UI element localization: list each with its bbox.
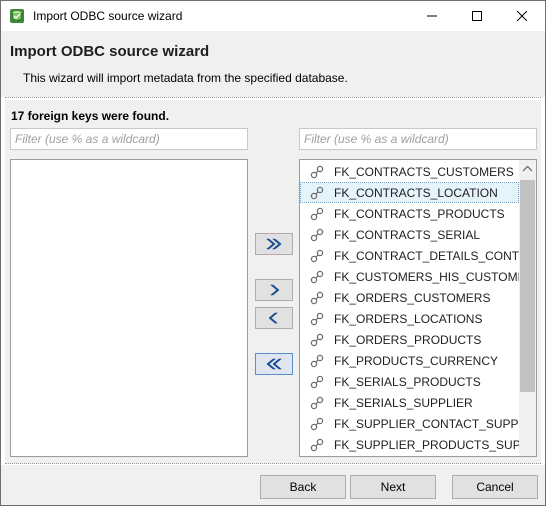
list-item[interactable]: FK_ORDERS_LOCATIONS [300,308,519,329]
header-separator [5,97,541,98]
back-button[interactable]: Back [260,475,346,499]
move-all-right-button[interactable] [255,233,293,255]
foreign-key-icon [310,438,324,452]
minimize-icon [427,15,437,17]
list-item-label: FK_ORDERS_LOCATIONS [334,311,483,326]
maximize-button[interactable] [454,1,500,31]
selected-keys-list[interactable]: FK_CONTRACTS_CUSTOMERS FK_CONTRACTS_LOCAT… [299,159,537,457]
foreign-key-icon [310,228,324,242]
list-item-label: FK_SUPPLIER_CONTACT_SUPPLIER [334,416,519,431]
foreign-key-icon [310,375,324,389]
list-item[interactable]: FK_ORDERS_PRODUCTS [300,329,519,350]
list-item[interactable]: FK_CUSTOMERS_HIS_CUSTOMERS2 [300,266,519,287]
vertical-scrollbar[interactable] [519,160,536,456]
wizard-header: Import ODBC source wizard This wizard wi… [1,31,545,97]
list-item-label: FK_CONTRACTS_LOCATION [334,185,498,200]
list-item[interactable]: FK_SUPPLIER_CONTACT_SUPPLIER [300,413,519,434]
maximize-icon [472,11,482,21]
list-item[interactable]: FK_SERIALS_PRODUCTS [300,371,519,392]
list-item[interactable]: FK_ORDERS_CUSTOMERS [300,287,519,308]
foreign-key-icon [310,207,324,221]
foreign-key-icon [310,354,324,368]
status-text: 17 foreign keys were found. [11,109,170,123]
list-item-label: FK_CUSTOMERS_HIS_CUSTOMERS2 [334,269,519,284]
list-item-label: FK_CONTRACTS_PRODUCTS [334,206,505,221]
selected-keys-items: FK_CONTRACTS_CUSTOMERS FK_CONTRACTS_LOCAT… [300,161,519,455]
close-icon [517,11,527,21]
foreign-key-icon [310,291,324,305]
list-item[interactable]: FK_SERIALS_SUPPLIER [300,392,519,413]
list-item-label: FK_ORDERS_PRODUCTS [334,332,482,347]
close-button[interactable] [499,1,545,31]
foreign-key-icon [310,270,324,284]
right-filter-input[interactable] [299,128,537,150]
cancel-button[interactable]: Cancel [452,475,538,499]
foreign-key-icon [310,186,324,200]
next-button[interactable]: Next [350,475,436,499]
wizard-content: 17 foreign keys were found. Filter (use … [5,100,541,464]
list-item-label: FK_SERIALS_SUPPLIER [334,395,473,410]
list-item[interactable]: FK_PRODUCTS_CURRENCY [300,350,519,371]
title-bar: Import ODBC source wizard [1,1,545,31]
wizard-window: Import ODBC source wizard Import ODBC so… [0,0,546,506]
list-item[interactable]: FK_CONTRACTS_SERIAL [300,224,519,245]
foreign-key-icon [310,312,324,326]
left-filter-input[interactable] [10,128,248,150]
foreign-key-icon [310,396,324,410]
foreign-key-icon [310,249,324,263]
list-item[interactable]: FK_CONTRACTS_LOCATION [300,182,519,203]
foreign-key-icon [310,165,324,179]
double-chevron-left-icon [266,358,282,370]
list-item-label: FK_CONTRACT_DETAILS_CONTRACTS [334,248,519,263]
minimize-button[interactable] [409,1,455,31]
scroll-thumb[interactable] [520,180,535,392]
list-item-label: FK_CONTRACTS_CUSTOMERS [334,164,514,179]
double-chevron-right-icon [266,238,282,250]
wizard-footer: Back Next Cancel [1,465,545,505]
list-item-label: FK_CONTRACTS_SERIAL [334,227,481,242]
list-item-label: FK_SERIALS_PRODUCTS [334,374,481,389]
list-item-label: FK_SUPPLIER_PRODUCTS_SUPPLIER [334,437,519,452]
foreign-key-icon [310,417,324,431]
window-title: Import ODBC source wizard [33,9,183,23]
list-item[interactable]: FK_CONTRACTS_CUSTOMERS [300,161,519,182]
header-title: Import ODBC source wizard [10,43,210,60]
list-item-label: FK_PRODUCTS_CURRENCY [334,353,499,368]
move-left-button[interactable] [255,307,293,329]
available-keys-list[interactable] [10,159,248,457]
list-item[interactable]: FK_CONTRACTS_PRODUCTS [300,203,519,224]
chevron-up-icon [523,165,532,171]
scroll-up-arrow[interactable] [519,160,536,177]
list-item-label: FK_ORDERS_CUSTOMERS [334,290,491,305]
foreign-key-icon [310,333,324,347]
list-item[interactable]: FK_SUPPLIER_PRODUCTS_SUPPLIER [300,434,519,455]
wizard-app-icon [9,8,25,24]
move-right-button[interactable] [255,279,293,301]
move-all-left-button[interactable] [255,353,293,375]
chevron-left-icon [269,312,278,324]
header-description: This wizard will import metadata from th… [23,71,348,85]
list-item[interactable]: FK_CONTRACT_DETAILS_CONTRACTS [300,245,519,266]
chevron-right-icon [270,284,279,296]
